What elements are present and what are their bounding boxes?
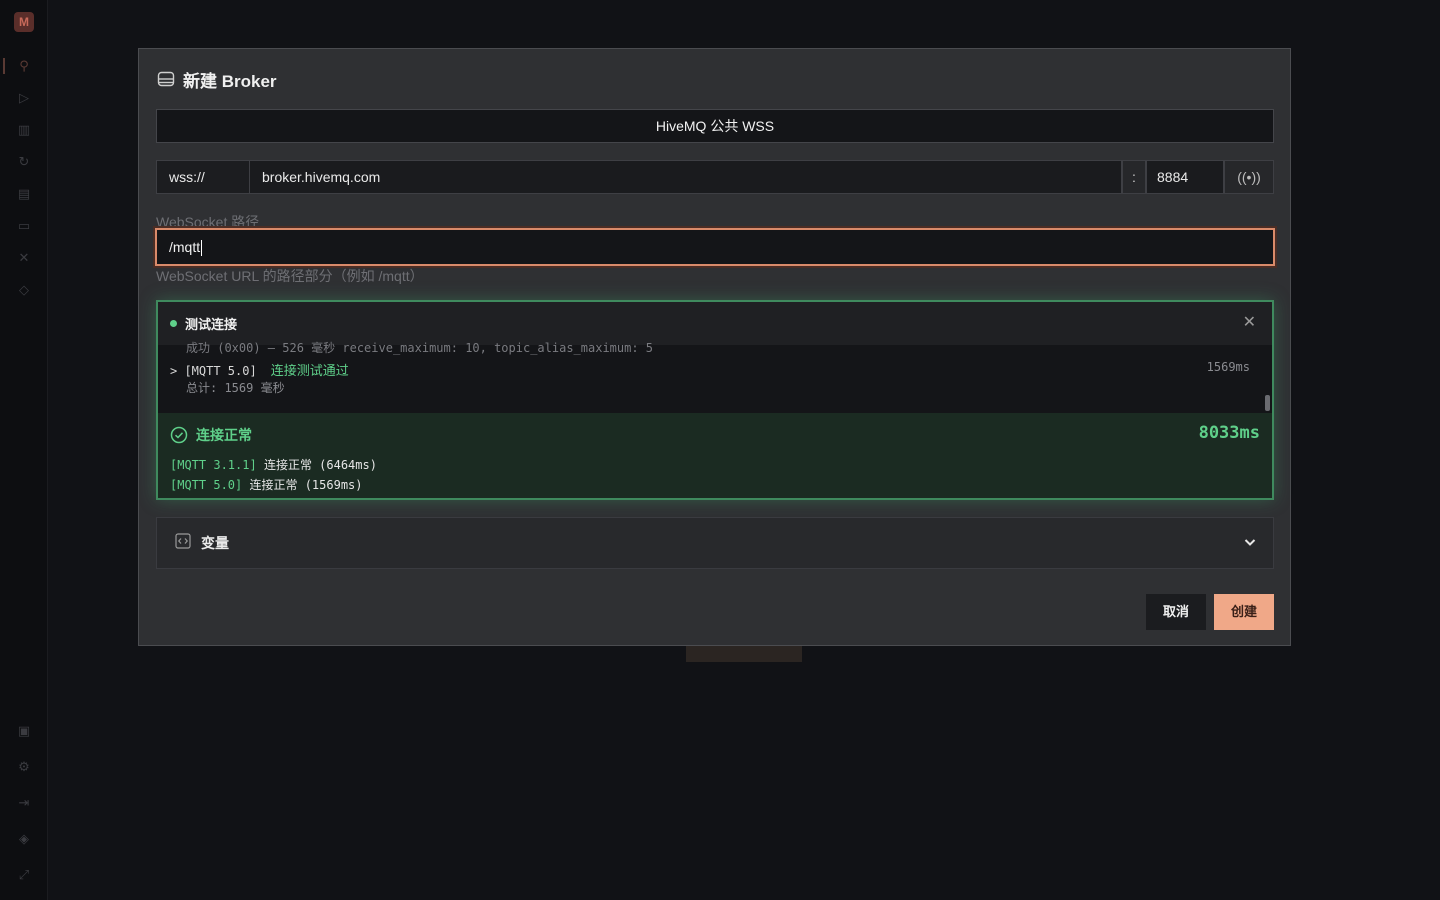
url-row: wss:// broker.hivemq.com : 8884 ((•)) xyxy=(156,160,1274,194)
test-panel-title: 测试连接 xyxy=(185,317,238,332)
server-icon xyxy=(157,71,175,87)
broadcast-icon: ((•)) xyxy=(1237,169,1261,185)
result-tag: [MQTT 5.0] xyxy=(170,478,243,492)
sidebar-active-indicator xyxy=(3,58,5,74)
log-message: 连接测试通过 xyxy=(270,363,349,378)
variables-section[interactable]: 变量 xyxy=(156,517,1274,569)
result-line: [MQTT 3.1.1] 连接正常 (6464ms) xyxy=(170,456,377,473)
log-prefix: > [MQTT 5.0] xyxy=(170,364,257,378)
link-icon[interactable]: ⚲ xyxy=(16,58,32,74)
chevron-down-icon[interactable] xyxy=(1243,535,1257,554)
port-input[interactable]: 8884 xyxy=(1146,160,1224,194)
login-icon[interactable]: ⇥ xyxy=(16,795,32,811)
test-connection-panel: 测试连接 ✕ 成功 (0x00) — 526 毫秒 receive_maximu… xyxy=(156,300,1274,500)
terminal-icon[interactable]: ▣ xyxy=(16,723,32,739)
port-separator: : xyxy=(1122,160,1146,194)
log-line: 成功 (0x00) — 526 毫秒 receive_maximum: 10, … xyxy=(186,341,654,355)
test-result: 连接正常 8033ms [MQTT 3.1.1] 连接正常 (6464ms) [… xyxy=(158,413,1272,498)
gear-icon[interactable]: ⚙ xyxy=(16,759,32,775)
document-icon[interactable]: ▤ xyxy=(16,186,32,202)
shield-icon[interactable]: ◇ xyxy=(16,282,32,298)
result-header: 连接正常 xyxy=(170,425,252,445)
log-total: 总计: 1569 毫秒 xyxy=(186,381,285,395)
chart-icon[interactable]: ▥ xyxy=(16,122,32,138)
path-input-value: /mqtt xyxy=(169,239,201,255)
dialog-title: 新建 Broker xyxy=(157,67,277,91)
tag-icon[interactable]: ◈ xyxy=(16,831,32,847)
tools-icon[interactable]: ✕ xyxy=(16,250,32,266)
variables-label: 变量 xyxy=(201,535,229,551)
path-hint: WebSocket URL 的路径部分（例如 /mqtt） xyxy=(156,268,424,284)
result-text: 连接正常 (1569ms) xyxy=(249,478,363,492)
create-button[interactable]: 创建 xyxy=(1214,594,1274,630)
result-title: 连接正常 xyxy=(196,427,252,443)
result-text: 连接正常 (6464ms) xyxy=(263,458,377,472)
message-icon[interactable]: ▭ xyxy=(16,218,32,234)
host-input[interactable]: broker.hivemq.com xyxy=(250,160,1122,194)
cancel-button[interactable]: 取消 xyxy=(1146,594,1206,630)
protocol-select[interactable]: wss:// xyxy=(156,160,250,194)
result-line: [MQTT 5.0] 连接正常 (1569ms) xyxy=(170,476,363,493)
test-log[interactable]: 成功 (0x00) — 526 毫秒 receive_maximum: 10, … xyxy=(158,341,1272,413)
new-broker-dialog: 新建 Broker HiveMQ 公共 WSS wss:// broker.hi… xyxy=(138,48,1291,646)
log-duration: 1569ms xyxy=(1206,360,1250,374)
refresh-icon[interactable]: ↻ xyxy=(16,154,32,170)
play-icon[interactable]: ▷ xyxy=(16,90,32,106)
check-circle-icon xyxy=(170,426,188,444)
dialog-title-text: 新建 Broker xyxy=(183,71,277,91)
websocket-path-input[interactable]: /mqtt xyxy=(155,228,1275,266)
result-tag: [MQTT 3.1.1] xyxy=(170,458,257,472)
fullscreen-icon[interactable]: ⤢ xyxy=(16,867,32,883)
log-line: > [MQTT 5.0] 连接测试通过 xyxy=(170,360,349,379)
result-total-time: 8033ms xyxy=(1198,423,1260,443)
log-scrollbar[interactable] xyxy=(1265,395,1270,411)
status-dot xyxy=(170,320,177,327)
code-icon xyxy=(175,532,191,554)
app-logo-icon: M xyxy=(14,12,34,32)
close-icon[interactable]: ✕ xyxy=(1243,315,1256,331)
test-connection-button[interactable]: ((•)) xyxy=(1224,160,1274,194)
text-caret xyxy=(201,240,203,257)
sidebar: M ⚲ ▷ ▥ ↻ ▤ ▭ ✕ ◇ ▣ ⚙ ⇥ ◈ ⤢ xyxy=(0,0,48,900)
broker-name-input[interactable]: HiveMQ 公共 WSS xyxy=(156,109,1274,143)
